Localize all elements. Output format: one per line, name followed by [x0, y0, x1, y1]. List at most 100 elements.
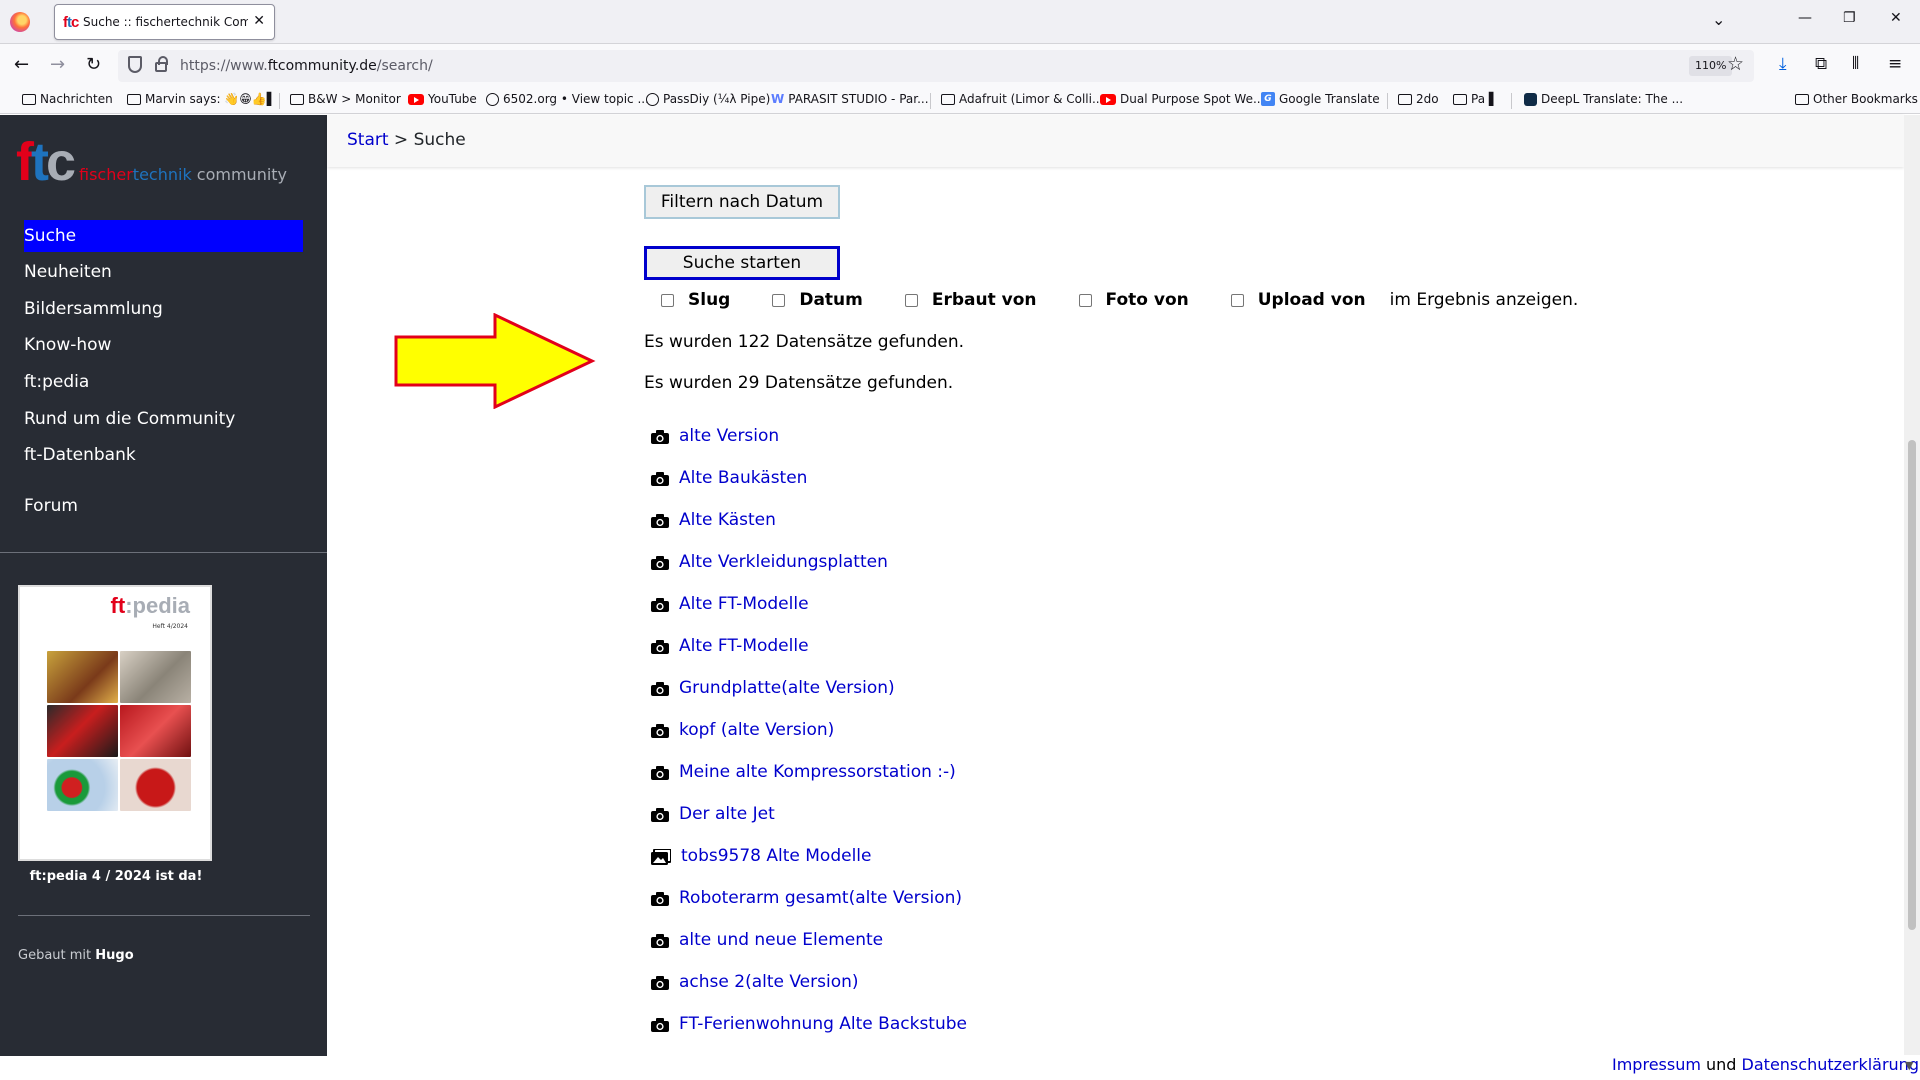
result-item[interactable]: Alte FT-Modelle: [651, 632, 809, 660]
impressum-link[interactable]: Impressum: [1612, 1055, 1701, 1074]
result-link[interactable]: Meine alte Kompressorstation :-): [679, 762, 956, 782]
hugo-link[interactable]: Hugo: [95, 948, 133, 963]
bookmark-item[interactable]: 6502.org • View topic ...: [486, 92, 649, 106]
tab-close-icon[interactable]: ✕: [253, 13, 265, 29]
back-icon[interactable]: ←: [14, 54, 29, 75]
menu-item-forum[interactable]: Forum: [24, 490, 303, 522]
result-item[interactable]: kopf (alte Version): [651, 716, 834, 744]
breadcrumb-start-link[interactable]: Start: [347, 130, 389, 150]
bookmark-item[interactable]: PassDiy (¼λ Pipe): [646, 92, 770, 106]
tab-list-chevron-icon[interactable]: ⌄: [1712, 10, 1725, 29]
bookmark-item[interactable]: YouTube: [408, 92, 477, 106]
result-item[interactable]: Grundplatte(alte Version): [651, 674, 895, 702]
result-link[interactable]: kopf (alte Version): [679, 720, 834, 740]
result-link[interactable]: tobs9578 Alte Modelle: [681, 846, 872, 866]
url-bar[interactable]: https://www.ftcommunity.de/search/ 110% …: [118, 50, 1754, 82]
result-item[interactable]: FT-Ferienwohnung Alte Backstube: [651, 1010, 967, 1038]
library-icon[interactable]: ⫴: [1852, 54, 1859, 74]
result-item[interactable]: Alte Baukästen: [651, 464, 807, 492]
menu-item-community[interactable]: Rund um die Community: [24, 403, 303, 435]
bookmark-item[interactable]: Dual Purpose Spot We...: [1100, 92, 1264, 106]
menu-hamburger-icon[interactable]: ≡: [1888, 54, 1902, 74]
zoom-level-badge[interactable]: 110%: [1689, 56, 1733, 76]
camera-icon: [651, 1017, 669, 1032]
bookmark-item[interactable]: 2do: [1398, 92, 1439, 106]
ftc-favicon-icon: ftc: [63, 14, 79, 31]
result-item[interactable]: Der alte Jet: [651, 800, 775, 828]
globe-icon: [486, 92, 499, 106]
result-item[interactable]: alte und neue Elemente: [651, 926, 883, 954]
result-item[interactable]: achse 2(alte Version): [651, 968, 859, 996]
result-link[interactable]: Roboterarm gesamt(alte Version): [679, 888, 962, 908]
result-item[interactable]: alte Version: [651, 422, 779, 450]
result-item[interactable]: Meine alte Kompressorstation :-): [651, 758, 956, 786]
bookmark-item[interactable]: Pa ▌: [1453, 92, 1498, 106]
results-count-1: Es wurden 122 Datensätze gefunden.: [644, 332, 964, 352]
result-link[interactable]: Alte Baukästen: [679, 468, 807, 488]
extensions-icon[interactable]: ⧉: [1815, 54, 1827, 74]
result-item[interactable]: FT-Ferienwohnung Alte Backstube: [651, 1052, 967, 1056]
firefox-icon[interactable]: [10, 12, 30, 32]
result-link[interactable]: achse 2(alte Version): [679, 972, 859, 992]
result-link[interactable]: Alte Verkleidungsplatten: [679, 552, 888, 572]
upload-von-checkbox[interactable]: [1230, 293, 1244, 307]
datenschutz-link[interactable]: Datenschutzerklärung: [1742, 1055, 1919, 1074]
browser-tab-active[interactable]: ftc Suche :: fischertechnik Community ✕: [54, 4, 275, 40]
scroll-down-arrow-icon[interactable]: ▼: [1905, 1059, 1913, 1072]
camera-icon: [651, 639, 669, 654]
menu-item-bildersammlung[interactable]: Bildersammlung: [24, 293, 303, 325]
bookmark-item[interactable]: B&W > Monitor: [290, 92, 401, 106]
downloads-icon[interactable]: ⤓: [1779, 54, 1787, 74]
footer-links: Impressum und Datenschutzerklärung: [1606, 1055, 1920, 1074]
menu-item-know-how[interactable]: Know-how: [24, 329, 303, 361]
foto-von-checkbox[interactable]: [1078, 293, 1092, 307]
reload-icon[interactable]: ↻: [86, 54, 101, 75]
slug-checkbox[interactable]: [661, 293, 674, 307]
ftc-logo[interactable]: ftc fischertechnik community: [16, 131, 287, 193]
bookmark-item-other[interactable]: Other Bookmarks: [1795, 92, 1918, 106]
bookmarks-bar: Nachrichten Marvin says: 👋😁👍▌ B&W > Moni…: [0, 87, 1920, 114]
lock-icon[interactable]: [155, 56, 168, 72]
bookmark-item[interactable]: DeepL Translate: The ...: [1524, 92, 1683, 106]
bookmark-item[interactable]: Marvin says: 👋😁👍▌: [127, 92, 276, 106]
built-with-text: Gebaut mit Hugo: [18, 948, 134, 963]
result-link[interactable]: alte und neue Elemente: [679, 930, 883, 950]
tracking-shield-icon[interactable]: [128, 56, 142, 73]
erbaut-von-checkbox[interactable]: [904, 293, 918, 307]
bookmark-item[interactable]: Nachrichten: [22, 92, 113, 106]
filter-by-date-button[interactable]: Filtern nach Datum: [644, 185, 840, 219]
url-text[interactable]: https://www.ftcommunity.de/search/: [180, 58, 433, 74]
result-item[interactable]: tobs9578 Alte Modelle: [651, 842, 872, 870]
folder-icon: [1398, 93, 1412, 105]
forward-icon[interactable]: →: [50, 54, 65, 75]
bookmark-item[interactable]: Adafruit (Limor & Colli...: [941, 92, 1103, 106]
result-link[interactable]: Alte FT-Modelle: [679, 594, 809, 614]
bookmark-item[interactable]: G Google Translate: [1261, 92, 1380, 106]
result-link[interactable]: Grundplatte(alte Version): [679, 678, 895, 698]
result-item[interactable]: Alte Kästen: [651, 506, 776, 534]
cover-caption[interactable]: ft:pedia 4 / 2024 ist da!: [0, 869, 232, 884]
page-scrollbar[interactable]: [1904, 115, 1920, 1056]
scrollbar-thumb[interactable]: [1908, 440, 1916, 930]
menu-item-ftpedia[interactable]: ft:pedia: [24, 366, 303, 398]
bookmark-item[interactable]: W PARASIT STUDIO - Par...: [771, 92, 929, 106]
window-close-icon[interactable]: ✕: [1890, 10, 1902, 26]
bookmark-star-icon[interactable]: ☆: [1727, 53, 1744, 75]
menu-item-suche[interactable]: Suche: [24, 220, 303, 252]
result-link[interactable]: Der alte Jet: [679, 804, 775, 824]
result-item[interactable]: Alte FT-Modelle: [651, 590, 809, 618]
result-link[interactable]: FT-Ferienwohnung Alte Backstube: [679, 1014, 967, 1034]
menu-item-ft-datenbank[interactable]: ft-Datenbank: [24, 439, 303, 471]
result-link[interactable]: alte Version: [679, 426, 779, 446]
datum-checkbox[interactable]: [772, 293, 786, 307]
result-item[interactable]: Roboterarm gesamt(alte Version): [651, 884, 962, 912]
menu-item-neuheiten[interactable]: Neuheiten: [24, 256, 303, 288]
minimize-icon[interactable]: —: [1798, 10, 1812, 26]
result-link[interactable]: Alte FT-Modelle: [679, 636, 809, 656]
result-link[interactable]: Alte Kästen: [679, 510, 776, 530]
result-item[interactable]: Alte Verkleidungsplatten: [651, 548, 888, 576]
camera-icon: [651, 975, 669, 990]
ftpedia-cover-image[interactable]: ft:pedia Heft 4/2024: [18, 585, 212, 861]
start-search-button[interactable]: Suche starten: [644, 246, 840, 280]
restore-icon[interactable]: ❐: [1843, 10, 1856, 26]
